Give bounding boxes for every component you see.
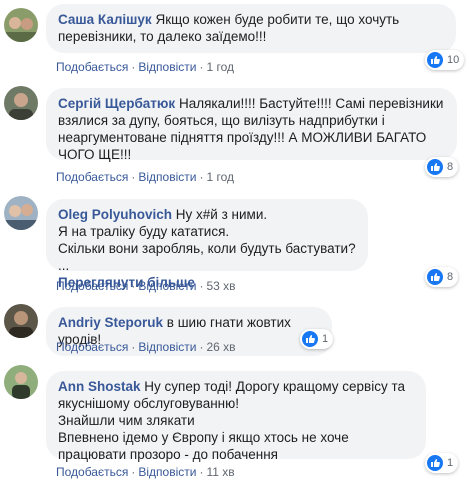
like-icon [427,52,443,68]
comment-time[interactable]: 26 хв [206,340,235,354]
comment-time[interactable]: 53 хв [206,279,235,293]
like-link[interactable]: Подобається [56,279,128,293]
reaction-number: 8 [447,161,454,173]
reaction-count[interactable]: 8 [425,157,459,177]
comment-actions: Подобається · Відповісти · 1 год [56,170,234,184]
reaction-count[interactable]: 8 [425,267,459,287]
like-icon [427,159,443,175]
reply-link[interactable]: Відповісти [138,340,196,354]
like-link[interactable]: Подобається [56,60,128,74]
like-icon [302,331,318,347]
comment-author[interactable]: Саша Калішук [58,12,152,27]
separator: · [131,279,136,293]
avatar[interactable] [4,86,38,120]
avatar[interactable] [4,196,38,230]
like-link[interactable]: Подобається [56,465,128,479]
reply-link[interactable]: Відповісти [138,465,196,479]
separator: · [199,60,204,74]
reply-link[interactable]: Відповісти [138,170,196,184]
comment-bubble: Oleg Polyuhovich Ну х#й з ними. Я на тра… [46,199,368,290]
reaction-count[interactable]: 10 [425,50,465,70]
separator: · [199,170,204,184]
comment-time[interactable]: 1 год [206,60,234,74]
comment-author[interactable]: Oleg Polyuhovich [58,207,172,222]
separator: · [131,465,136,479]
separator: · [199,279,204,293]
comment-time[interactable]: 1 год [206,170,234,184]
separator: · [199,340,204,354]
comment-bubble: Ann Shostak Ну супер тоді! Дорогу кращом… [46,371,426,462]
reaction-number: 1 [322,333,329,345]
comment-author[interactable]: Ann Shostak [58,379,141,394]
reaction-count[interactable]: 1 [425,453,459,473]
reply-link[interactable]: Відповісти [138,60,196,74]
comment-time[interactable]: 11 хв [206,465,234,479]
reply-link[interactable]: Відповісти [138,279,196,293]
reaction-number: 8 [447,271,454,283]
comment-actions: Подобається · Відповісти · 53 хв [56,279,236,293]
separator: · [199,465,204,479]
comment-bubble: Саша Калішук Якщо кожен буде робити те, … [46,4,456,53]
comment-bubble: Сергій Щербатюк Налякали!!!! Бастуйте!!!… [46,88,457,162]
comment-actions: Подобається · Відповісти · 1 год [56,60,234,74]
comment-author[interactable]: Сергій Щербатюк [58,96,175,111]
reaction-count[interactable]: 1 [300,329,334,349]
like-link[interactable]: Подобається [56,340,128,354]
avatar[interactable] [4,365,38,399]
like-icon [427,269,443,285]
comment-actions: Подобається · Відповісти · 26 хв [56,340,236,354]
separator: · [131,170,136,184]
separator: · [131,340,136,354]
separator: · [131,60,136,74]
comment-actions: Подобається · Відповісти · 11 хв [56,465,235,479]
reaction-number: 1 [447,457,454,469]
like-link[interactable]: Подобається [56,170,128,184]
avatar[interactable] [4,8,38,42]
reaction-number: 10 [447,54,460,66]
like-icon [427,455,443,471]
avatar[interactable] [4,304,38,338]
comment-author[interactable]: Andriy Steporuk [58,315,163,330]
